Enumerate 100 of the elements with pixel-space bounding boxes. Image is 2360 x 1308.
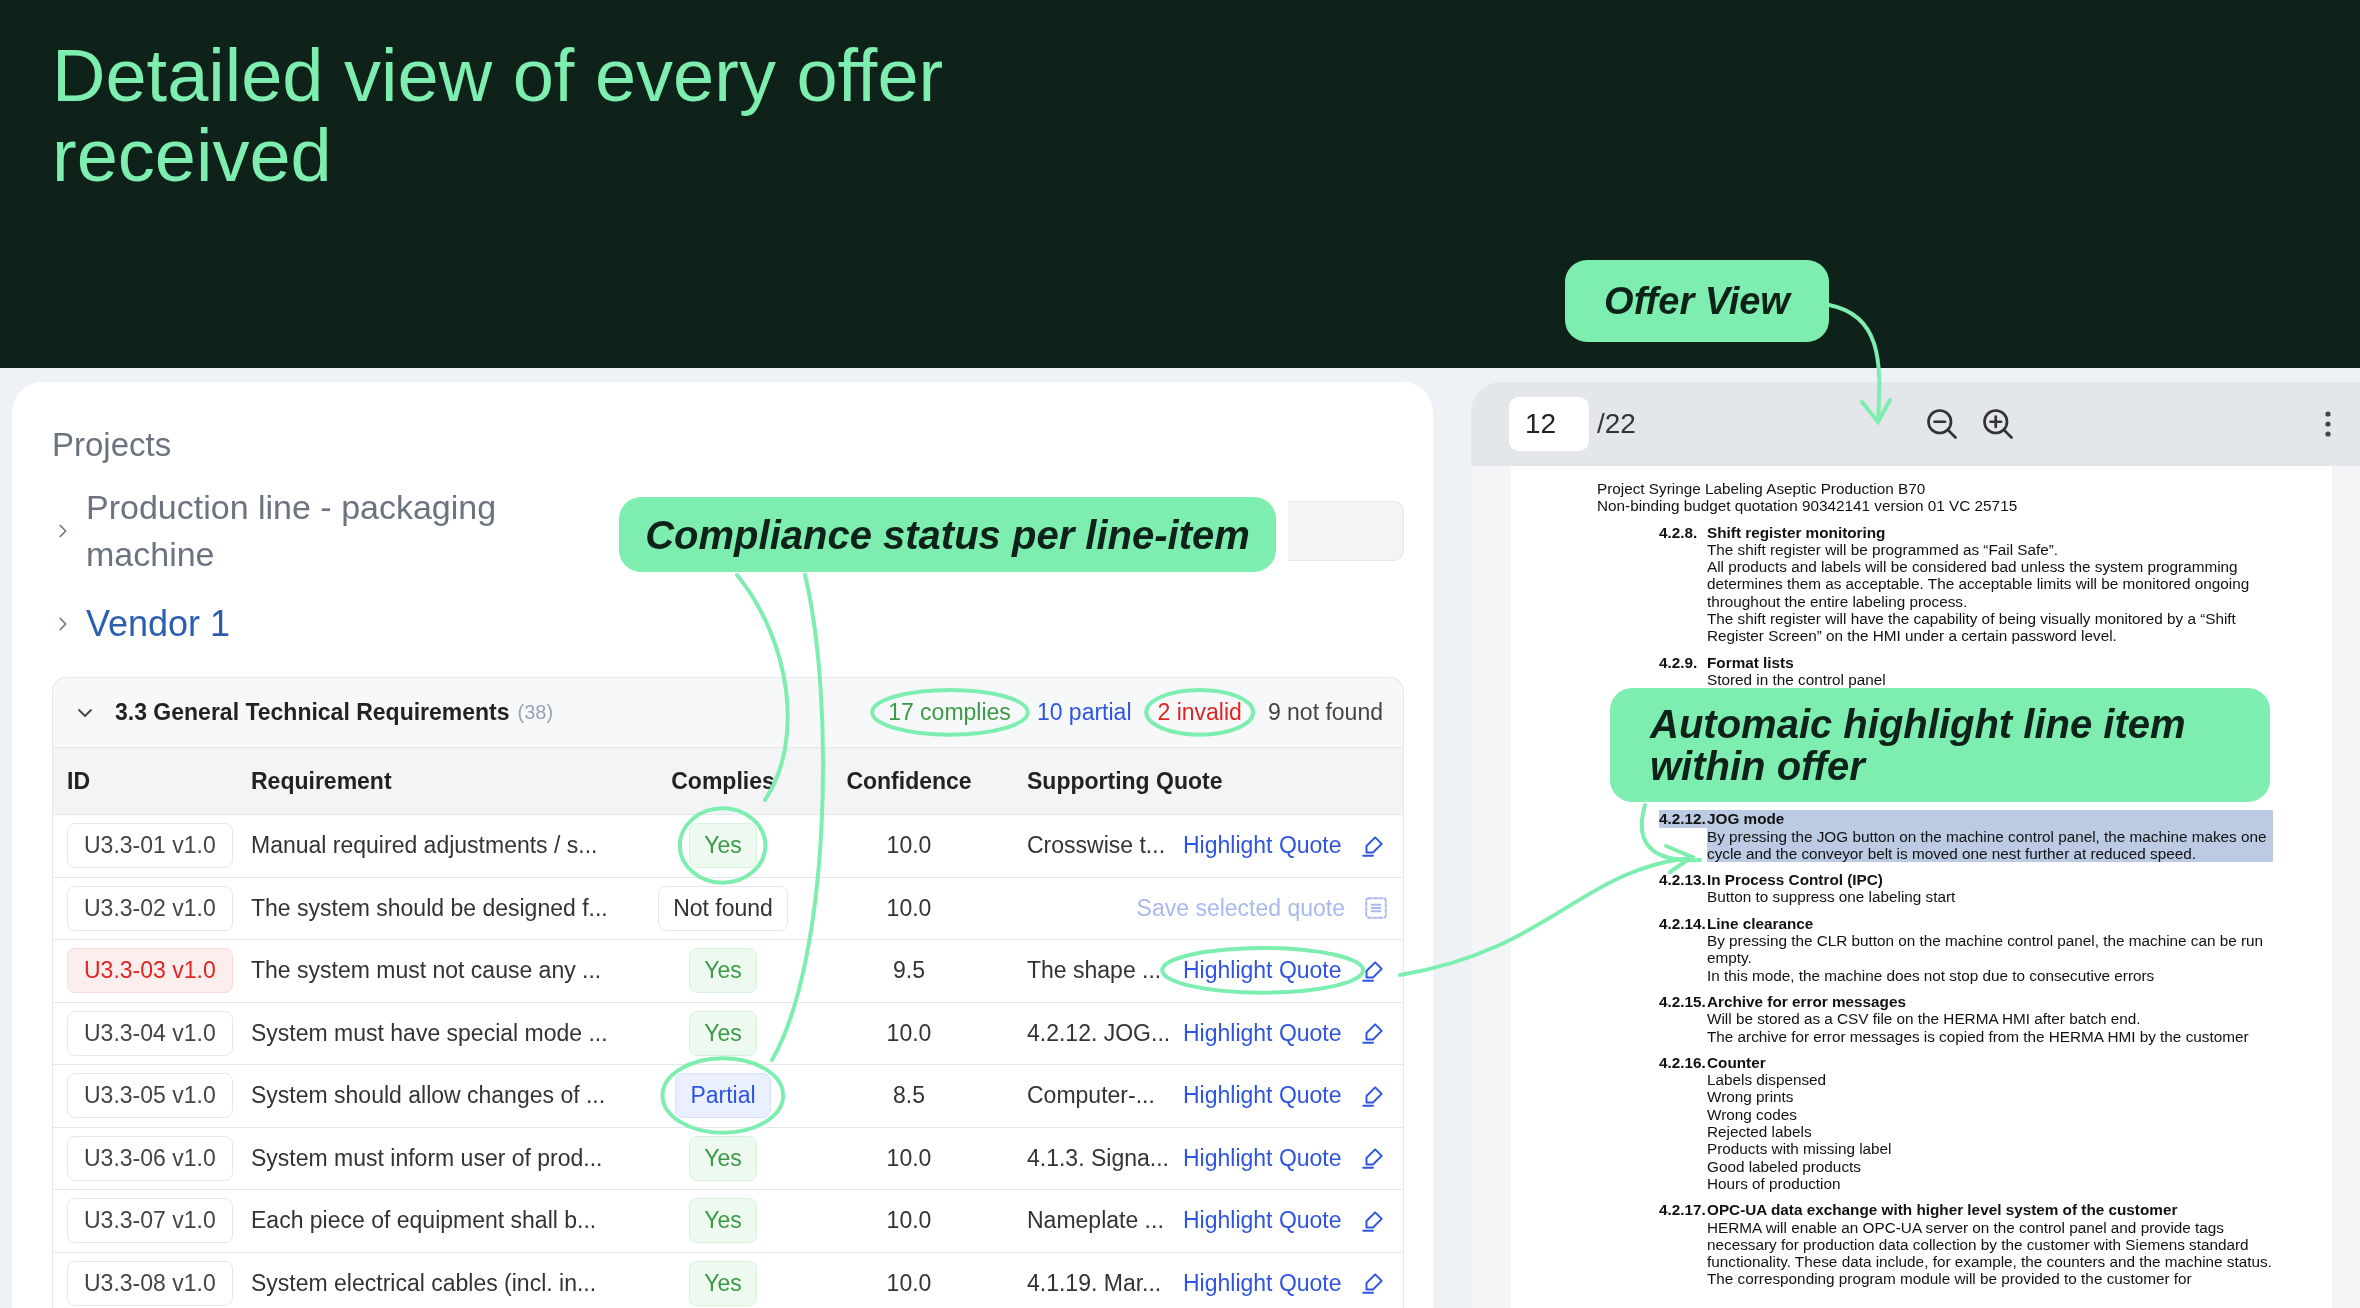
section-heading: Line clearance [1707,914,1815,933]
quote-text: Crosswise t... [1027,832,1166,860]
quote-text: 4.2.12. JOG... [1027,1019,1171,1047]
document-text: Products with missing label [1707,1140,1893,1158]
document-text: Project Syringe Labeling Aseptic Production B70 [1597,480,1927,498]
column-header: Requirement [237,748,641,815]
callout: Compliance status per line-item [619,497,1276,572]
document-text: Hours of production [1707,1174,1841,1193]
compliance-badge: Yes [689,1198,757,1244]
document-text: Non-binding budget quotation 90342141 version 01 VC 25715 [1597,497,2019,515]
column-header: ID [53,748,237,815]
compliance-badge: Yes [689,823,757,869]
section-count: (38) [517,701,554,724]
status-count: 9 not found [1267,699,1383,726]
table-cell: System should allow changes of ... [251,1082,606,1110]
column-header: Supporting Quote [1013,748,1403,815]
quote-text: 4.1.3. Signa... [1027,1144,1169,1172]
highlight-quote-link[interactable]: Highlight Quote [1183,1019,1342,1047]
highlight-quote-link[interactable]: Highlight Quote [1183,1269,1342,1297]
quote-text: The shape ... [1027,957,1162,985]
section-number: 4.2.13. [1659,871,1707,889]
status-count: 10 partial [1036,699,1132,726]
table-cell: Manual required adjustments / s... [251,832,598,860]
quote-text: Computer-... [1027,1082,1155,1110]
compliance-badge: Yes [689,948,757,994]
more-icon[interactable] [2324,410,2332,438]
document-text: HERMA will enable an OPC-UA server on the control panel and provide tags necessary for production data collection by the customer with Siemens standard functionality. These data include, for example, the counters and the machine status. [1707,1218,2273,1271]
document-text: Rejected labels [1707,1123,1813,1141]
document-text: The shift register will have the capability of being visually monitored by a “Shift Register Screen” on the HMI under a certain password level. [1707,610,2237,645]
section-number: 4.2.15. [1659,992,1707,1011]
table-cell: 10.0 [886,1207,932,1235]
table-cell: System must have special mode ... [251,1019,608,1047]
table-cell: 9.5 [893,957,925,985]
section-title: 3.3 General Technical Requirements [115,699,510,726]
table-cell: The system must not cause any ... [251,957,602,985]
table-cell: 8.5 [893,1082,925,1110]
table-cell: Each piece of equipment shall b... [251,1207,597,1235]
document-text: In this mode, the machine does not stop due to consecutive errors [1707,966,2156,984]
table-cell: 10.0 [886,1144,932,1172]
headline: Detailed view of every offer received [52,36,945,196]
document-text: Wrong prints [1707,1088,1795,1106]
section-heading: OPC-UA data exchange with higher level system of the customer [1707,1201,2179,1219]
status-count: 17 complies [888,699,1011,726]
section-heading: Archive for error messages [1707,992,1907,1011]
tree-item[interactable]: Production line - packaging machine [86,484,516,578]
page-count: /22 [1597,408,1636,440]
table-cell: System electrical cables (incl. in... [251,1269,597,1297]
pen-icon[interactable] [1359,1145,1386,1172]
input-field[interactable] [1288,501,1404,561]
compliance-badge: Not found [658,885,788,931]
pen-icon[interactable] [1359,1020,1386,1047]
document-text: Wrong codes [1707,1105,1798,1123]
requirement-id: U3.3-04 v1.0 [67,1010,233,1056]
quote-text: Nameplate ... [1027,1207,1164,1235]
section-number: 4.2.14. [1659,914,1707,933]
requirement-id: U3.3-07 v1.0 [67,1198,233,1244]
tree-item[interactable]: Vendor 1 [86,600,516,647]
document-text: All products and labels will be considered bad unless the system programming determines them as acceptable. The acceptable limits will be monitored ongoing throughout the entire labeling process. [1707,558,2251,611]
requirement-id: U3.3-06 v1.0 [67,1135,233,1181]
section-heading: Counter [1707,1053,1767,1072]
panel-title: Projects [52,426,173,464]
highlight-quote-link[interactable]: Highlight Quote [1183,1144,1342,1172]
compliance-badge: Yes [689,1135,757,1181]
highlight-quote-link[interactable]: Highlight Quote [1183,832,1342,860]
pen-icon[interactable] [1359,1270,1386,1297]
callout: Automaic highlight line item within offer [1610,688,2270,802]
status-count: 2 invalid [1157,699,1242,726]
compliance-badge: Yes [689,1010,757,1056]
document-text: By pressing the JOG button on the machine control panel, the machine makes one cycle and the conveyor belt is moved one nest further at reduced speed. [1707,827,2273,863]
quote-text: 4.1.19. Mar... [1027,1269,1162,1297]
compliance-badge: Yes [689,1260,757,1306]
table-cell: 10.0 [886,1269,932,1297]
page-number-field[interactable]: 12 [1509,397,1589,451]
document-text: Will be stored as a CSV file on the HERMA HMI after batch end. [1707,1010,2142,1028]
requirement-id: U3.3-02 v1.0 [67,885,233,931]
document-text: Button to suppress one labeling start [1707,888,1957,906]
requirement-id: U3.3-08 v1.0 [67,1260,233,1306]
section-number: 4.2.8. [1659,523,1699,541]
document-text: Stored in the control panel [1707,670,1887,689]
requirement-id: U3.3-05 v1.0 [67,1073,233,1119]
highlight-quote-link[interactable]: Highlight Quote [1183,1082,1342,1110]
table-cell: 10.0 [886,894,932,922]
document-text: By pressing the CLR button on the machine control panel, the machine can be run empty. [1707,932,2265,967]
document-text: The corresponding program module will be provided to the customer for [1707,1270,2193,1288]
section-header[interactable]: 3.3 General Technical Requirements (38) 17 complies 10 partial 2 invalid 9 not found [52,677,1404,747]
requirement-id: U3.3-03 v1.0 [67,948,233,994]
table-cell: System must inform user of prod... [251,1144,603,1172]
highlight-quote-link[interactable]: Highlight Quote [1183,1207,1342,1235]
section-number: 4.2.16. [1659,1053,1707,1072]
column-header: Confidence [805,748,1013,815]
section-heading: Format lists [1707,653,1795,671]
document-text: The shift register will be programmed as “Fail Safe”. [1707,540,2060,559]
section-heading: JOG mode [1707,810,2273,828]
section-number: 4.2.12. [1659,810,1707,828]
document-text: Good labeled products [1707,1157,1862,1175]
table-cell: The system should be designed f... [251,894,608,922]
requirement-id: U3.3-01 v1.0 [67,823,233,869]
document-text: The archive for error messages is copied from the HERMA HMI by the customer [1707,1027,2250,1045]
section-heading: In Process Control (IPC) [1707,871,1884,889]
column-header: Complies [641,748,805,815]
